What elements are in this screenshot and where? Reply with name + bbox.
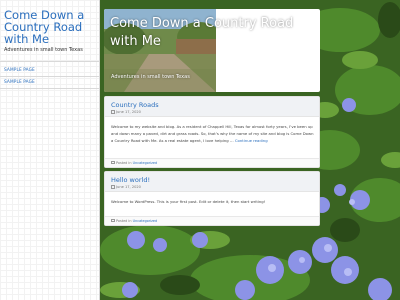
nav-divider: [0, 76, 100, 77]
post-header: Hello world! June 17, 2020: [105, 172, 319, 192]
post-date[interactable]: June 17, 2020: [111, 185, 141, 189]
post-excerpt-text: Welcome to my website and blog. As a res…: [111, 124, 314, 143]
post-footer: Posted in Uncategorized: [105, 216, 319, 225]
nav-divider: [0, 61, 100, 62]
calendar-icon: [111, 185, 115, 189]
posted-in-label: Posted in: [116, 161, 132, 165]
post-card: Country Roads June 17, 2020 Welcome to m…: [104, 96, 320, 168]
folder-icon: [111, 219, 115, 223]
category-link[interactable]: Uncategorized: [133, 219, 158, 223]
header-card: Come Down a Country Road with Me Adventu…: [104, 9, 320, 92]
nav-divider: [0, 88, 100, 89]
header-tagline: Adventures in small town Texas: [111, 74, 190, 80]
post-date-text: June 17, 2020: [116, 110, 141, 115]
header-title: Come Down a Country Road with Me: [110, 16, 294, 49]
post-card: Hello world! June 17, 2020 Welcome to Wo…: [104, 171, 320, 226]
site-title[interactable]: Come Down a Country Road with Me: [4, 9, 96, 45]
nav-item-sample-page-2[interactable]: SAMPLE PAGE: [4, 80, 35, 85]
post-date[interactable]: June 17, 2020: [111, 110, 141, 114]
folder-icon: [111, 161, 115, 165]
post-header: Country Roads June 17, 2020: [105, 97, 319, 117]
post-date-text: June 17, 2020: [116, 185, 141, 190]
site-description: Adventures in small town Texas: [4, 47, 83, 53]
continue-reading-link[interactable]: Continue reading: [235, 138, 268, 143]
category-link[interactable]: Uncategorized: [133, 161, 158, 165]
calendar-icon: [111, 110, 115, 114]
posted-in-label: Posted in: [116, 219, 132, 223]
nav-item-sample-page[interactable]: SAMPLE PAGE: [4, 68, 35, 73]
post-title[interactable]: Hello world!: [111, 176, 150, 184]
post-excerpt: Welcome to WordPress. This is your first…: [111, 199, 266, 204]
post-title[interactable]: Country Roads: [111, 101, 159, 109]
post-footer: Posted in Uncategorized: [105, 158, 319, 167]
sidebar: Come Down a Country Road with Me Adventu…: [0, 0, 100, 300]
post-excerpt: Welcome to my website and blog. As a res…: [111, 123, 315, 144]
